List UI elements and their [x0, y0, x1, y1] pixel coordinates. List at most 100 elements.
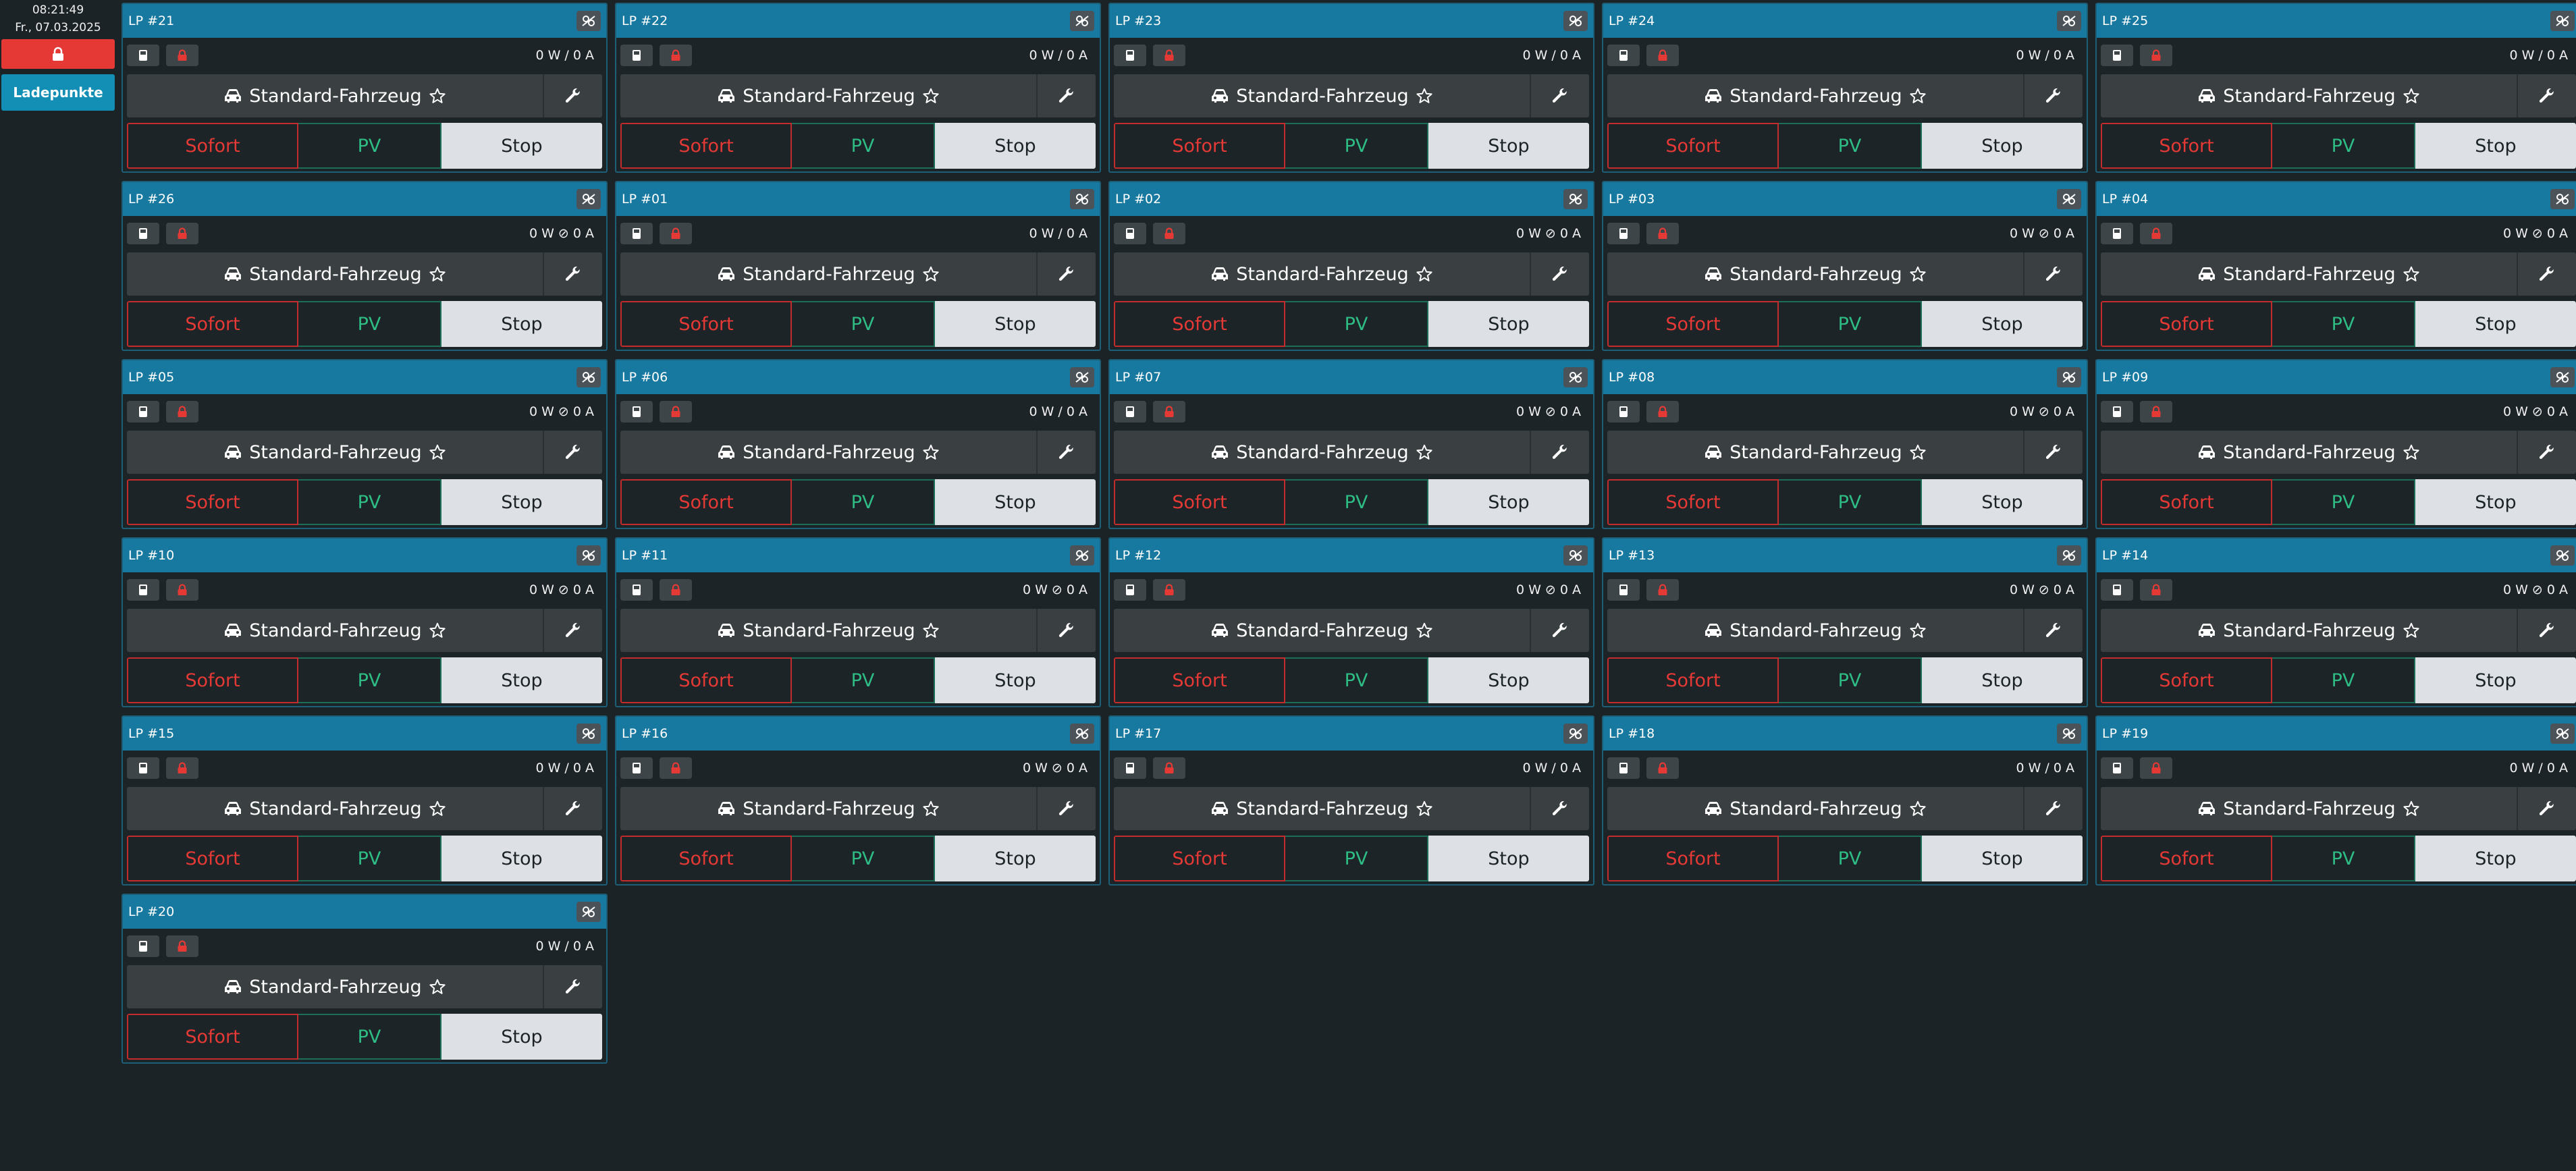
- mode-sofort-button[interactable]: Sofort: [2101, 657, 2272, 703]
- mode-pv-button[interactable]: PV: [2272, 123, 2415, 169]
- lock-button[interactable]: [1153, 757, 1185, 779]
- lock-button[interactable]: [166, 223, 198, 244]
- charger-button[interactable]: [1607, 45, 1640, 66]
- charger-button[interactable]: [1607, 757, 1640, 779]
- star-icon[interactable]: [1909, 265, 1927, 283]
- lock-button[interactable]: [660, 45, 692, 66]
- star-icon[interactable]: [1416, 622, 1433, 639]
- mode-pv-button[interactable]: PV: [1779, 301, 1922, 347]
- mode-stop-button[interactable]: Stop: [1428, 479, 1589, 525]
- vehicle-select[interactable]: Standard-Fahrzeug: [1607, 74, 2023, 117]
- charger-button[interactable]: [620, 401, 653, 423]
- vehicle-settings-button[interactable]: [2023, 609, 2083, 652]
- lock-button[interactable]: [1646, 757, 1679, 779]
- mode-sofort-button[interactable]: Sofort: [127, 123, 298, 169]
- star-icon[interactable]: [1416, 800, 1433, 817]
- vehicle-select[interactable]: Standard-Fahrzeug: [1114, 609, 1530, 652]
- vehicle-settings-button[interactable]: [1530, 252, 1589, 296]
- charger-button[interactable]: [1114, 579, 1146, 601]
- vehicle-settings-button[interactable]: [1530, 787, 1589, 830]
- tools-icon[interactable]: [576, 367, 601, 387]
- mode-stop-button[interactable]: Stop: [2415, 657, 2576, 703]
- tools-icon[interactable]: [1070, 545, 1094, 566]
- tools-icon[interactable]: [576, 11, 601, 31]
- vehicle-settings-button[interactable]: [543, 609, 602, 652]
- star-icon[interactable]: [922, 443, 940, 461]
- mode-pv-button[interactable]: PV: [1779, 479, 1922, 525]
- tools-icon[interactable]: [2057, 367, 2081, 387]
- vehicle-settings-button[interactable]: [2517, 431, 2576, 474]
- vehicle-settings-button[interactable]: [543, 787, 602, 830]
- mode-stop-button[interactable]: Stop: [1428, 301, 1589, 347]
- vehicle-select[interactable]: Standard-Fahrzeug: [2101, 787, 2517, 830]
- tools-icon[interactable]: [1070, 11, 1094, 31]
- lock-button[interactable]: [166, 401, 198, 423]
- star-icon[interactable]: [922, 622, 940, 639]
- lock-button[interactable]: [1153, 579, 1185, 601]
- lock-button[interactable]: [2140, 223, 2172, 244]
- mode-sofort-button[interactable]: Sofort: [620, 123, 792, 169]
- tools-icon[interactable]: [1070, 367, 1094, 387]
- vehicle-select[interactable]: Standard-Fahrzeug: [127, 74, 543, 117]
- mode-pv-button[interactable]: PV: [298, 657, 441, 703]
- mode-stop-button[interactable]: Stop: [2415, 123, 2576, 169]
- charger-button[interactable]: [1607, 401, 1640, 423]
- mode-sofort-button[interactable]: Sofort: [1114, 836, 1285, 881]
- charger-button[interactable]: [1114, 401, 1146, 423]
- charger-button[interactable]: [127, 579, 159, 601]
- mode-stop-button[interactable]: Stop: [441, 301, 602, 347]
- mode-stop-button[interactable]: Stop: [1922, 123, 2083, 169]
- vehicle-settings-button[interactable]: [1036, 609, 1096, 652]
- vehicle-select[interactable]: Standard-Fahrzeug: [1607, 609, 2023, 652]
- vehicle-select[interactable]: Standard-Fahrzeug: [2101, 609, 2517, 652]
- star-icon[interactable]: [1909, 443, 1927, 461]
- mode-pv-button[interactable]: PV: [792, 301, 935, 347]
- lock-button[interactable]: [2140, 401, 2172, 423]
- mode-stop-button[interactable]: Stop: [1922, 657, 2083, 703]
- charger-button[interactable]: [2101, 757, 2133, 779]
- vehicle-settings-button[interactable]: [1036, 431, 1096, 474]
- star-icon[interactable]: [429, 443, 446, 461]
- lock-button[interactable]: [166, 935, 198, 957]
- mode-stop-button[interactable]: Stop: [2415, 301, 2576, 347]
- mode-stop-button[interactable]: Stop: [441, 123, 602, 169]
- mode-stop-button[interactable]: Stop: [441, 836, 602, 881]
- mode-sofort-button[interactable]: Sofort: [2101, 123, 2272, 169]
- tools-icon[interactable]: [2057, 545, 2081, 566]
- star-icon[interactable]: [1909, 622, 1927, 639]
- mode-sofort-button[interactable]: Sofort: [1607, 836, 1779, 881]
- mode-pv-button[interactable]: PV: [1285, 301, 1428, 347]
- vehicle-settings-button[interactable]: [2517, 74, 2576, 117]
- mode-stop-button[interactable]: Stop: [2415, 836, 2576, 881]
- lock-button[interactable]: [1646, 579, 1679, 601]
- vehicle-settings-button[interactable]: [543, 431, 602, 474]
- mode-sofort-button[interactable]: Sofort: [1114, 479, 1285, 525]
- mode-sofort-button[interactable]: Sofort: [1607, 123, 1779, 169]
- vehicle-select[interactable]: Standard-Fahrzeug: [127, 965, 543, 1008]
- star-icon[interactable]: [2403, 443, 2420, 461]
- charger-button[interactable]: [2101, 579, 2133, 601]
- lock-button[interactable]: [1153, 45, 1185, 66]
- mode-stop-button[interactable]: Stop: [1428, 836, 1589, 881]
- mode-stop-button[interactable]: Stop: [935, 657, 1096, 703]
- vehicle-select[interactable]: Standard-Fahrzeug: [127, 609, 543, 652]
- charger-button[interactable]: [127, 45, 159, 66]
- mode-pv-button[interactable]: PV: [1779, 657, 1922, 703]
- mode-sofort-button[interactable]: Sofort: [1607, 301, 1779, 347]
- star-icon[interactable]: [429, 87, 446, 105]
- mode-sofort-button[interactable]: Sofort: [127, 1014, 298, 1060]
- mode-stop-button[interactable]: Stop: [1428, 657, 1589, 703]
- mode-sofort-button[interactable]: Sofort: [620, 836, 792, 881]
- vehicle-settings-button[interactable]: [2517, 252, 2576, 296]
- tools-icon[interactable]: [2550, 367, 2575, 387]
- vehicle-settings-button[interactable]: [1530, 431, 1589, 474]
- vehicle-settings-button[interactable]: [543, 74, 602, 117]
- tools-icon[interactable]: [576, 724, 601, 744]
- mode-stop-button[interactable]: Stop: [935, 836, 1096, 881]
- vehicle-select[interactable]: Standard-Fahrzeug: [620, 609, 1036, 652]
- star-icon[interactable]: [1416, 87, 1433, 105]
- star-icon[interactable]: [2403, 800, 2420, 817]
- mode-stop-button[interactable]: Stop: [2415, 479, 2576, 525]
- lock-button[interactable]: [1646, 223, 1679, 244]
- lock-button[interactable]: [1646, 401, 1679, 423]
